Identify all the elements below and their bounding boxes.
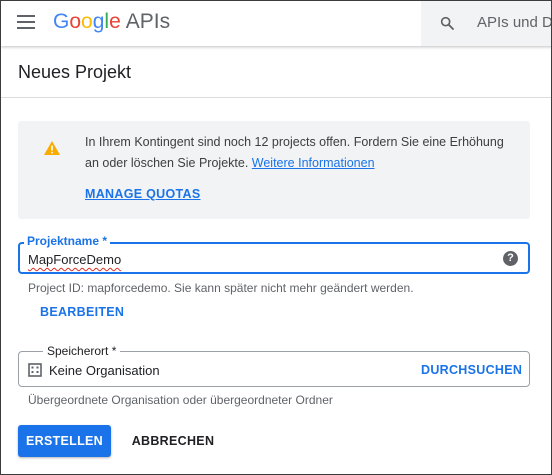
learn-more-link[interactable]: Weitere Informationen [252,156,375,170]
project-name-input[interactable]: MapForceDemo [28,252,121,267]
logo-suffix: APIs [125,10,171,33]
location-value: Keine Organisation [49,363,160,378]
google-apis-logo[interactable]: Google APIs [53,10,170,34]
project-name-label: Projektname * [24,234,111,248]
header-divider [1,97,551,98]
cancel-button[interactable]: ABBRECHEN [123,425,223,457]
search-icon[interactable] [439,15,455,31]
warning-icon [44,141,60,155]
top-app-bar: Google APIs APIs und D [1,1,551,46]
help-icon[interactable]: ? [503,251,518,266]
create-button[interactable]: ERSTELLEN [18,425,111,457]
notice-text: In Ihrem Kontingent sind noch 12 project… [85,132,515,174]
quota-notice: In Ihrem Kontingent sind noch 12 project… [18,121,530,219]
location-hint: Übergeordnete Organisation oder übergeor… [28,393,333,407]
location-label: Speicherort * [43,344,121,358]
manage-quotas-link[interactable]: MANAGE QUOTAS [85,187,200,201]
search-input[interactable]: APIs und D [477,14,551,31]
edit-project-id-button[interactable]: BEARBEITEN [40,305,124,319]
browse-button[interactable]: DURCHSUCHEN [421,363,522,377]
search-box[interactable]: APIs und D [421,1,551,46]
project-id-hint: Project ID: mapforcedemo. Sie kann späte… [28,281,414,295]
new-project-page: Google APIs APIs und D Neues Projekt In I… [0,0,552,475]
hamburger-menu-icon[interactable] [17,15,35,29]
building-icon [28,363,42,377]
page-title: Neues Projekt [18,62,132,82]
